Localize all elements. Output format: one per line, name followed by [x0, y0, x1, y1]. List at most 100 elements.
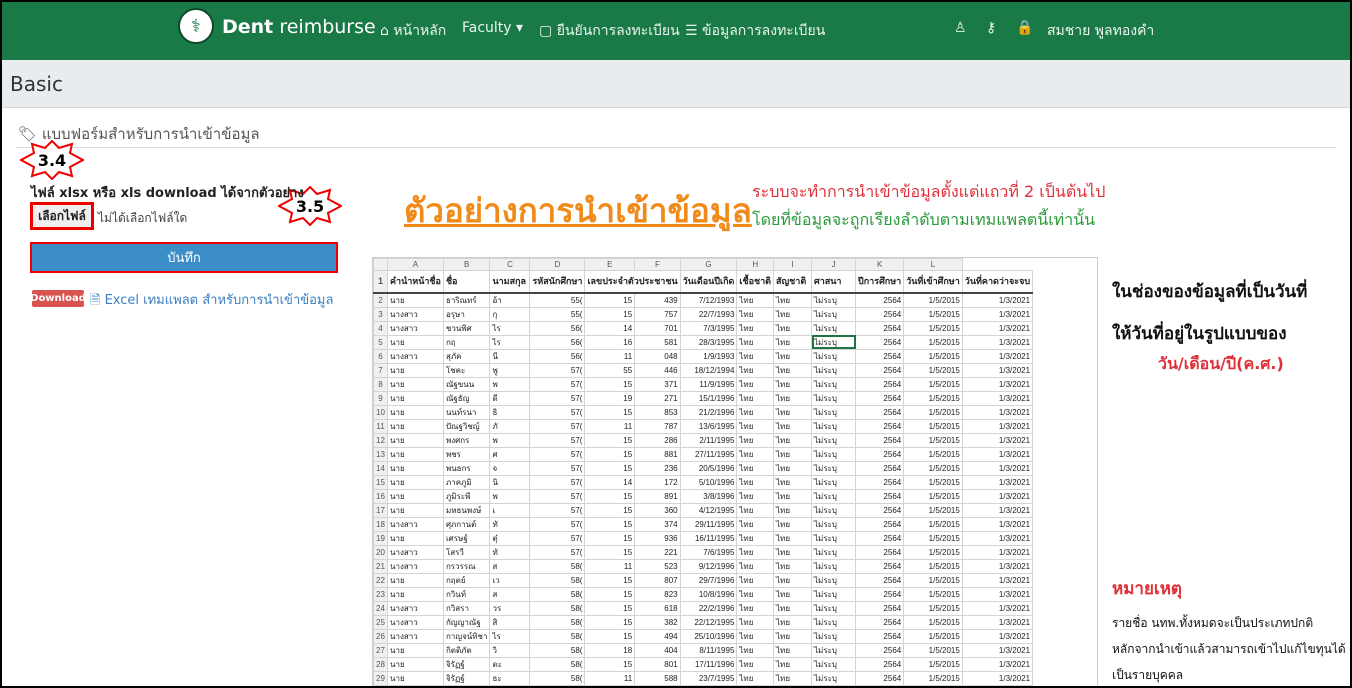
table-cell[interactable]: 1/3/2021 — [961, 474, 1034, 490]
table-cell[interactable]: ไทย — [736, 614, 775, 630]
table-cell[interactable]: ไทย — [736, 418, 775, 434]
table-cell[interactable]: 23/7/1995 — [679, 670, 738, 686]
table-cell[interactable]: 15 — [584, 544, 636, 560]
table-cell[interactable]: นาย — [387, 446, 444, 462]
table-cell[interactable]: 1/3/2021 — [961, 516, 1034, 532]
table-cell[interactable]: 3/8/1996 — [679, 488, 738, 504]
table-cell[interactable]: 382 — [634, 614, 681, 630]
table-cell[interactable]: ไม่ระบุ — [811, 460, 857, 476]
nav-home[interactable]: ⌂ หน้าหลัก — [380, 20, 446, 42]
table-cell[interactable]: 2564 — [855, 474, 905, 490]
table-cell[interactable]: ภาคภูมิ — [442, 474, 491, 490]
table-cell[interactable]: 57( — [529, 474, 586, 490]
table-cell[interactable]: 1/3/2021 — [961, 292, 1034, 308]
table-cell[interactable]: 11 — [584, 348, 636, 364]
table-cell[interactable]: ไทย — [773, 334, 813, 350]
table-cell[interactable]: 14 — [584, 320, 636, 336]
table-cell[interactable]: ไทย — [773, 572, 813, 588]
table-cell[interactable]: ไทย — [736, 292, 775, 308]
table-cell[interactable]: ธาริณทร์ — [442, 292, 491, 308]
table-cell[interactable]: 19 — [584, 390, 636, 406]
table-cell[interactable]: นาย — [387, 390, 444, 406]
table-cell[interactable]: นาย — [387, 376, 444, 392]
table-cell[interactable]: 20/5/1996 — [679, 460, 738, 476]
table-cell[interactable]: 2564 — [855, 600, 905, 616]
lock-icon[interactable]: 🔒 — [1016, 20, 1033, 36]
table-cell[interactable]: ชญานิศ — [442, 684, 491, 686]
header-cell[interactable]: นามสกุล — [489, 270, 531, 294]
table-cell[interactable]: 15 — [584, 306, 636, 322]
table-cell[interactable]: 55( — [529, 292, 586, 308]
table-cell[interactable]: 57( — [529, 362, 586, 378]
row-number[interactable]: 23 — [373, 586, 388, 602]
table-cell[interactable]: 15 — [584, 572, 636, 588]
table-cell[interactable]: ไม่ระบุ — [811, 306, 857, 322]
table-cell[interactable]: 2564 — [855, 460, 905, 476]
table-cell[interactable]: 1/3/2021 — [961, 404, 1034, 420]
table-cell[interactable]: 360 — [634, 502, 681, 518]
table-cell[interactable]: 2564 — [855, 628, 905, 644]
table-cell[interactable]: ไทย — [773, 628, 813, 644]
user-icon[interactable]: ♙ — [954, 20, 967, 36]
column-letter[interactable]: C — [489, 258, 531, 271]
table-cell[interactable]: นาย — [387, 530, 444, 546]
table-cell[interactable]: 2564 — [855, 684, 905, 686]
table-cell[interactable]: 57( — [529, 390, 586, 406]
table-cell[interactable]: 58( — [529, 614, 586, 630]
header-cell[interactable]: สัญชาติ — [773, 270, 813, 294]
table-cell[interactable]: ไทย — [773, 558, 813, 574]
table-cell[interactable]: ไม่ระบุ — [811, 558, 857, 574]
table-cell[interactable]: ไม่ระบุ — [811, 488, 857, 504]
table-cell[interactable]: ภูมิระพี — [442, 488, 491, 504]
table-cell[interactable]: 1/3/2021 — [961, 488, 1034, 504]
table-cell[interactable]: 1/5/2015 — [903, 502, 963, 518]
table-cell[interactable]: 29/7/1996 — [679, 572, 738, 588]
table-cell[interactable]: ณัฐขนน — [442, 376, 491, 392]
column-letter[interactable]: L — [903, 258, 963, 271]
table-cell[interactable]: นาย — [387, 572, 444, 588]
table-cell[interactable]: ไทย — [773, 502, 813, 518]
table-cell[interactable]: ไร — [489, 334, 531, 350]
table-cell[interactable]: ไม่ระบุ — [811, 502, 857, 518]
table-cell[interactable]: ไม่ระบุ — [811, 474, 857, 490]
table-cell[interactable]: อ้า — [489, 292, 531, 308]
table-cell[interactable]: 1/3/2021 — [961, 670, 1034, 686]
table-cell[interactable]: 1/5/2015 — [903, 488, 963, 504]
table-cell[interactable]: 12 — [584, 684, 636, 686]
table-cell[interactable]: ดะ — [489, 656, 531, 672]
table-cell[interactable]: 15 — [584, 600, 636, 616]
table-cell[interactable]: 22/12/1995 — [679, 614, 738, 630]
table-cell[interactable]: 2564 — [855, 362, 905, 378]
table-cell[interactable]: 2564 — [855, 334, 905, 350]
table-cell[interactable]: ไม่ระบุ — [811, 684, 857, 686]
table-cell[interactable]: นาย — [387, 334, 444, 350]
table-cell[interactable]: 7/12/1993 — [679, 292, 738, 308]
table-cell[interactable]: วร — [489, 600, 531, 616]
table-cell[interactable]: กาญจน์ทิชา — [442, 628, 491, 644]
table-cell[interactable]: ไทย — [773, 390, 813, 406]
table-cell[interactable]: 2564 — [855, 572, 905, 588]
table-cell[interactable]: 172 — [634, 474, 681, 490]
table-cell[interactable]: 2564 — [855, 502, 905, 518]
table-cell[interactable]: กฤ — [442, 334, 491, 350]
table-cell[interactable]: 15 — [584, 502, 636, 518]
table-cell[interactable]: นาย — [387, 586, 444, 602]
table-cell[interactable]: เศรษฐ์ — [442, 530, 491, 546]
table-cell[interactable]: พนธกร — [442, 460, 491, 476]
table-cell[interactable]: 55 — [584, 362, 636, 378]
row-number[interactable]: 14 — [373, 460, 388, 476]
table-cell[interactable]: 1/5/2015 — [903, 306, 963, 322]
row-number[interactable]: 12 — [373, 432, 388, 448]
table-cell[interactable]: นาย — [387, 432, 444, 448]
table-cell[interactable]: 1/5/2015 — [903, 558, 963, 574]
table-cell[interactable]: 57( — [529, 530, 586, 546]
row-number[interactable]: 27 — [373, 642, 388, 658]
row-number[interactable]: 2 — [373, 292, 388, 308]
table-cell[interactable]: 1/9/1993 — [679, 348, 738, 364]
table-cell[interactable]: โชคะ — [442, 362, 491, 378]
table-cell[interactable]: 57( — [529, 432, 586, 448]
table-cell[interactable]: 55( — [529, 306, 586, 322]
table-cell[interactable]: ไร — [489, 320, 531, 336]
table-cell[interactable]: เ — [489, 502, 531, 518]
table-cell[interactable]: ไม่ระบุ — [811, 390, 857, 406]
